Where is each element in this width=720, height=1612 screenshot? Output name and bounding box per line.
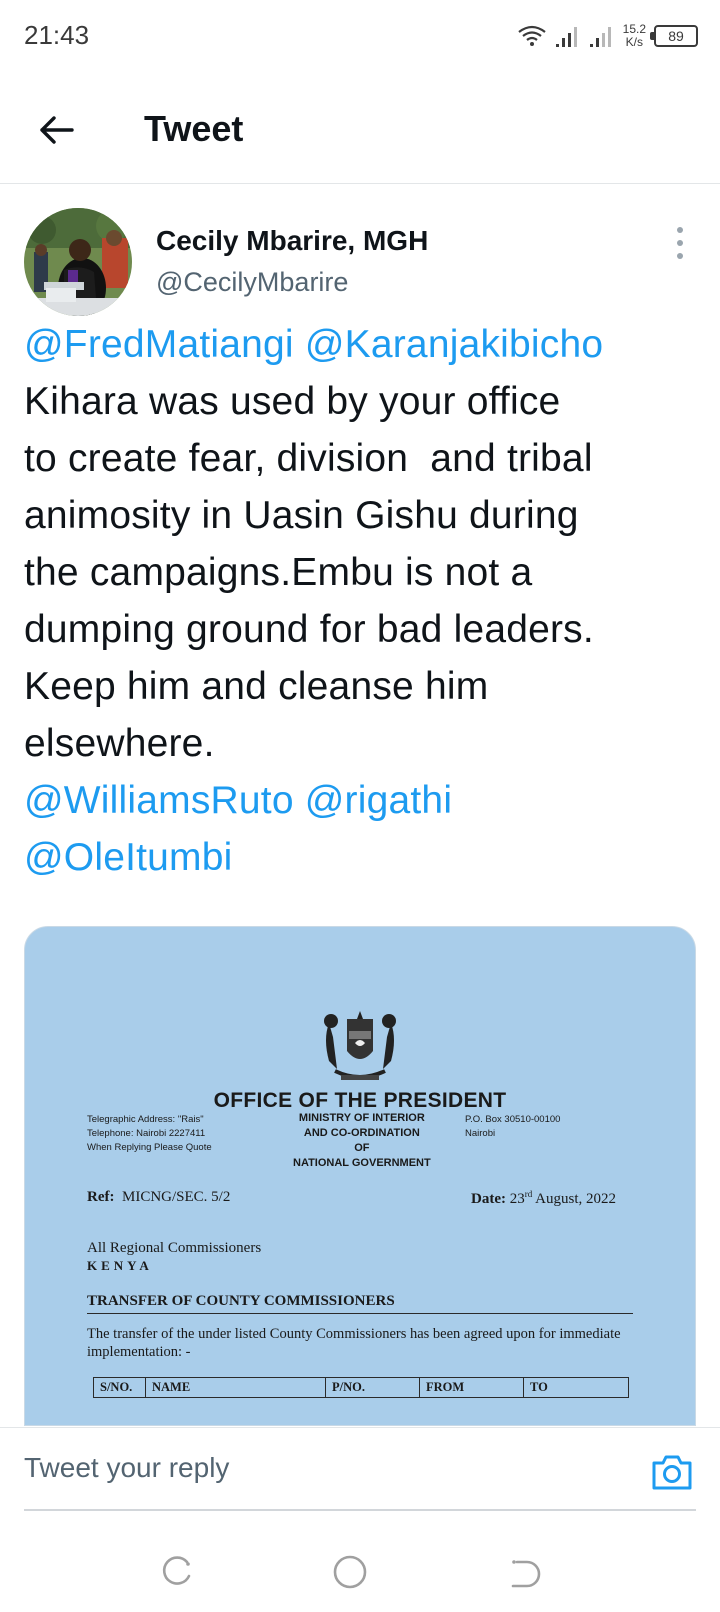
document-recipient-block: All Regional Commissioners KENYA [87,1239,261,1275]
tweet-text-line: to create fear, division and tribal [24,430,704,487]
battery-indicator: 89 [650,25,698,47]
back-icon [511,1560,541,1588]
net-speed: 15.2 K/s [623,23,646,49]
tweet-media[interactable]: OFFICE OF THE PRESIDENT Telegraphic Addr… [24,926,696,1426]
mention-link[interactable]: @WilliamsRuto [24,779,294,822]
tweet-text-line: Keep him and cleanse him [24,658,704,715]
document-text: P.O. Box 30510-00100 [465,1114,561,1125]
tweet-text-line: dumping ground for bad leaders. [24,601,704,658]
status-time: 21:43 [24,20,90,50]
document-text: NATIONAL GOVERNMENT [293,1157,431,1169]
more-dot-icon [677,240,683,246]
document-image: OFFICE OF THE PRESIDENT Telegraphic Addr… [25,927,695,1425]
wifi-icon [517,25,546,46]
battery-level: 89 [668,28,684,44]
document-text: MINISTRY OF INTERIOR [298,1112,425,1124]
avatar[interactable] [24,208,132,316]
tweet-text-line: @OleItumbi [24,829,704,886]
tweet-text: @FredMatiangi @Karanjakibicho Kihara was … [24,316,704,886]
mention-link[interactable]: @rigathi [305,779,452,822]
tweet-text-line: @WilliamsRuto @rigathi [24,772,704,829]
recent-apps-icon [162,1556,191,1585]
avatar-photo [24,208,132,316]
net-speed-unit: K/s [625,35,643,49]
document-date: Date: 23rd August, 2022 [471,1189,616,1208]
document-ref-label: Ref: [87,1189,115,1205]
document-recipient: All Regional Commissioners [87,1240,262,1256]
document-ref: Ref: MICNG/SEC. 5/2 [87,1189,230,1206]
tweet-text-segment: to create fear, division and tribal [24,437,593,480]
arrow-left-icon [40,116,74,144]
more-dot-icon [677,253,683,259]
document-text: AND CO-ORDINATION [303,1127,420,1139]
more-dot-icon [677,227,683,233]
document-table: S/NO. NAME P/NO. FROM TO [93,1377,629,1398]
app-header: Tweet [0,72,720,184]
document-po-box-block: P.O. Box 30510-00100 Nairobi [465,1113,560,1141]
back-button[interactable] [30,104,82,156]
document-date-label: Date: [471,1191,506,1207]
recent-apps-button[interactable] [157,1552,197,1592]
tweet-text-segment: animosity in Uasin Gishu during [24,494,579,537]
mention-link[interactable]: @FredMatiangi [24,323,294,366]
table-header-cell: TO [523,1377,629,1398]
system-nav-bar [0,1540,720,1612]
document-divider [87,1313,633,1314]
document-date-day: 23 [509,1191,525,1207]
tweet-text-segment [294,323,305,366]
signal-icon [555,27,577,47]
document-ref-value: MICNG/SEC. 5/2 [121,1189,231,1205]
tweet-text-segment: Kihara was used by your office [24,380,561,423]
document-text: Telegraphic Address: "Rais" [87,1114,204,1125]
document-date-rest: August, 2022 [532,1191,616,1207]
document-subject: TRANSFER OF COUNTY COMMISSIONERS [87,1293,395,1309]
camera-icon [652,1455,692,1490]
document-ministry-block: MINISTRY OF INTERIOR AND CO-ORDINATION O… [293,1111,431,1171]
document-text: OF [354,1142,370,1154]
tweet-text-segment: Keep him and cleanse him [24,665,489,708]
tweet-text-line: elsewhere. [24,715,704,772]
signal-icon-2 [589,27,611,47]
table-header-cell: P/NO. [325,1377,420,1398]
tweet-text-segment: the campaigns.Embu is not a [24,551,533,594]
document-office: OFFICE OF THE PRESIDENT [213,1089,507,1112]
more-options-button[interactable] [662,223,698,263]
author-name[interactable]: Cecily Mbarire, MGH [156,225,428,257]
document-body: The transfer of the under listed County … [87,1326,621,1360]
table-header-cell: FROM [419,1377,524,1398]
author-handle[interactable]: @CecilyMbarire [156,267,348,298]
tweet-text-line: Kihara was used by your office [24,373,704,430]
table-header-cell: NAME [145,1377,326,1398]
status-bar: 21:43 15.2 K/s 89 [0,0,720,72]
document-text: Nairobi [465,1128,496,1139]
table-header-row: S/NO. NAME P/NO. FROM TO [93,1377,629,1398]
tweet-text-segment: dumping ground for bad leaders. [24,608,594,651]
tweet-text-line: the campaigns.Embu is not a [24,544,704,601]
mention-link[interactable]: @Karanjakibicho [305,323,603,366]
document-text: When Replying Please Quote [87,1142,212,1153]
tweet-text-segment [294,779,305,822]
reply-input[interactable]: Tweet your reply [24,1452,229,1484]
status-icons: 15.2 K/s 89 [517,20,698,52]
tweet-text-segment: elsewhere. [24,722,215,765]
reply-underline [24,1509,696,1511]
home-icon [333,1555,367,1589]
mention-link[interactable]: @OleItumbi [24,836,232,879]
system-back-button[interactable] [505,1552,545,1592]
document-text: Telephone: Nairobi 2227411 [87,1128,206,1139]
home-button[interactable] [330,1552,370,1592]
tweet-text-line: animosity in Uasin Gishu during [24,487,704,544]
document-country: KENYA [87,1258,153,1273]
document-address-block: Telegraphic Address: "Rais" Telephone: N… [87,1113,212,1155]
coat-of-arms-icon [324,1011,396,1080]
tweet-text-line: @FredMatiangi @Karanjakibicho [24,316,704,373]
page-title: Tweet [144,108,244,149]
reply-bar: Tweet your reply [0,1427,720,1509]
table-header-cell: S/NO. [93,1377,146,1398]
camera-button[interactable] [650,1452,694,1492]
